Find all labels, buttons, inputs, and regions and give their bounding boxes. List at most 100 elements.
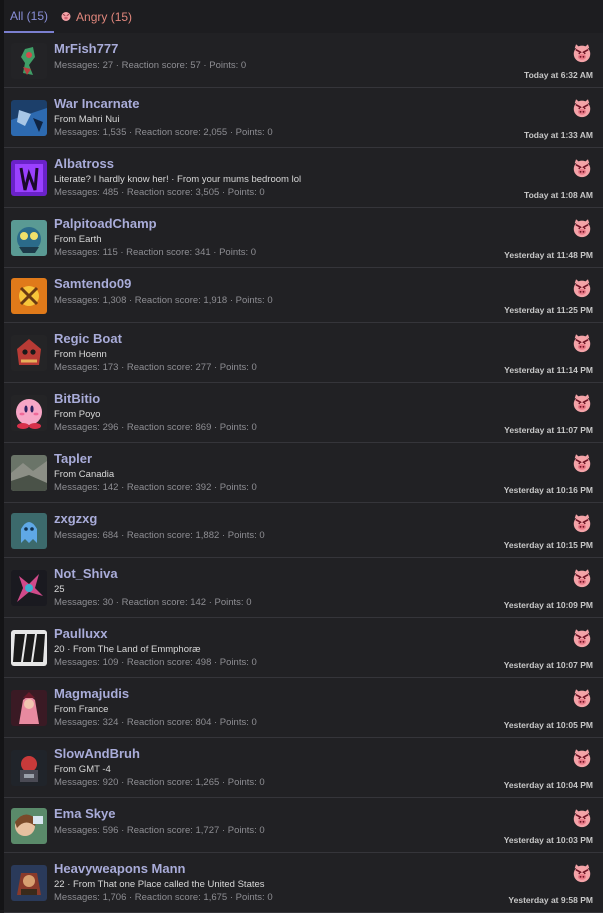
user-info: SlowAndBruh From GMT -4 Messages: 920 · Re… [54,746,265,789]
user-blurb: From Earth [54,234,102,245]
avatar[interactable] [11,335,47,371]
angry-pig-icon [571,627,593,649]
reaction-timestamp: Yesterday at 10:16 PM [503,485,593,495]
username-link[interactable]: Not_Shiva [54,566,252,582]
user-info: Not_Shiva 25 Messages: 30 · Reaction score… [54,566,252,609]
angry-pig-icon [571,512,593,534]
user-blurb: 25 [54,584,65,595]
user-stats: Messages: 30 · Reaction score: 142 · Poi… [54,597,252,608]
reaction-timestamp: Today at 6:32 AM [524,70,593,80]
reaction-timestamp: Yesterday at 11:48 PM [504,250,593,260]
reaction-tabs: All (15) Angry (15) [4,0,603,34]
reaction-row: Albatross Literate? I hardly know her! · … [4,148,603,208]
username-link[interactable]: Tapler [54,451,257,467]
avatar[interactable] [11,808,47,844]
username-link[interactable]: BitBitio [54,391,257,407]
reaction-row: Magmajudis From France Messages: 324 · Rea… [4,678,603,738]
avatar[interactable] [11,160,47,196]
reaction-row: Regic Boat From Hoenn Messages: 173 · Reac… [4,323,603,383]
username-link[interactable]: Ema Skye [54,806,265,822]
user-stats: Messages: 27 · Reaction score: 57 · Poin… [54,60,247,71]
user-blurb: From Hoenn [54,349,107,360]
user-info: Tapler From Canadia Messages: 142 · Reacti… [54,451,257,494]
avatar[interactable] [11,865,47,901]
avatar[interactable] [11,455,47,491]
user-stats: Messages: 296 · Reaction score: 869 · Po… [54,422,257,433]
user-info: War Incarnate From Mahri Nui Messages: 1,5… [54,96,273,139]
user-stats: Messages: 684 · Reaction score: 1,882 · … [54,530,265,541]
avatar[interactable] [11,100,47,136]
avatar[interactable] [11,43,47,79]
angry-pig-icon [571,157,593,179]
user-info: Magmajudis From France Messages: 324 · Rea… [54,686,257,729]
avatar[interactable] [11,570,47,606]
username-link[interactable]: Albatross [54,156,301,172]
angry-pig-icon [571,452,593,474]
user-blurb: From France [54,704,109,715]
reaction-row: zxgzxg Messages: 684 · Reaction score: 1,… [4,503,603,558]
avatar[interactable] [11,220,47,256]
angry-pig-icon [571,747,593,769]
reaction-timestamp: Yesterday at 10:04 PM [503,780,593,790]
user-info: Heavyweapons Mann 22 · From That one Plac… [54,861,273,904]
user-info: MrFish777 Messages: 27 · Reaction score: … [54,41,246,72]
username-link[interactable]: Heavyweapons Mann [54,861,273,877]
tab-all[interactable]: All (15) [4,1,55,33]
username-link[interactable]: Paulluxx [54,626,257,642]
avatar[interactable] [11,630,47,666]
user-info: Regic Boat From Hoenn Messages: 173 · Reac… [54,331,257,374]
user-blurb: From Poyo [54,409,101,420]
username-link[interactable]: SlowAndBruh [54,746,265,762]
user-blurb: Literate? I hardly know her! · From your… [54,174,302,185]
angry-pig-icon [571,862,593,884]
avatar[interactable] [11,278,47,314]
username-link[interactable]: Magmajudis [54,686,257,702]
username-link[interactable]: MrFish777 [54,41,246,57]
username-link[interactable]: Samtendo09 [54,276,273,292]
angry-pig-icon [571,332,593,354]
reaction-timestamp: Yesterday at 10:05 PM [503,720,593,730]
reaction-row: PalpitoadChamp From Earth Messages: 115 · … [4,208,603,268]
tab-angry[interactable]: Angry (15) [54,1,138,33]
reaction-row: BitBitio From Poyo Messages: 296 · Reactio… [4,383,603,443]
reaction-row: Paulluxx 20 · From The Land of Emmphoræ Me… [4,618,603,678]
angry-pig-icon [571,277,593,299]
angry-pig-icon [571,42,593,64]
reaction-row: Not_Shiva 25 Messages: 30 · Reaction score… [4,558,603,618]
user-info: Paulluxx 20 · From The Land of Emmphoræ Me… [54,626,257,669]
reaction-timestamp: Yesterday at 11:25 PM [504,305,593,315]
tab-angry-label: Angry (15) [76,10,133,24]
reaction-row: Samtendo09 Messages: 1,308 · Reaction sco… [4,268,603,323]
avatar[interactable] [11,513,47,549]
user-stats: Messages: 596 · Reaction score: 1,727 · … [54,825,265,836]
user-stats: Messages: 109 · Reaction score: 498 · Po… [54,657,257,668]
avatar[interactable] [11,690,47,726]
user-stats: Messages: 173 · Reaction score: 277 · Po… [54,362,257,373]
reaction-list: MrFish777 Messages: 27 · Reaction score: … [4,33,603,913]
username-link[interactable]: War Incarnate [54,96,273,112]
user-blurb: From Canadia [54,469,115,480]
angry-pig-icon [571,687,593,709]
reaction-timestamp: Yesterday at 10:07 PM [503,660,593,670]
reaction-timestamp: Today at 1:08 AM [524,190,593,200]
reaction-row: Tapler From Canadia Messages: 142 · Reacti… [4,443,603,503]
reaction-row: SlowAndBruh From GMT -4 Messages: 920 · Re… [4,738,603,798]
username-link[interactable]: zxgzxg [54,511,265,527]
user-stats: Messages: 115 · Reaction score: 341 · Po… [54,247,257,258]
username-link[interactable]: Regic Boat [54,331,257,347]
angry-pig-icon [571,97,593,119]
angry-pig-icon [571,392,593,414]
reaction-row: MrFish777 Messages: 27 · Reaction score: … [4,33,603,88]
avatar[interactable] [11,750,47,786]
avatar[interactable] [11,395,47,431]
user-info: Samtendo09 Messages: 1,308 · Reaction sco… [54,276,273,307]
reaction-timestamp: Yesterday at 10:03 PM [503,835,593,845]
user-blurb: 22 · From That one Place called the Unit… [54,879,265,890]
reaction-timestamp: Yesterday at 11:14 PM [504,365,593,375]
user-info: zxgzxg Messages: 684 · Reaction score: 1,… [54,511,265,542]
angry-pig-icon [60,10,72,25]
user-blurb: From Mahri Nui [54,114,120,125]
user-blurb: From GMT -4 [54,764,111,775]
reaction-timestamp: Yesterday at 11:07 PM [504,425,593,435]
username-link[interactable]: PalpitoadChamp [54,216,256,232]
